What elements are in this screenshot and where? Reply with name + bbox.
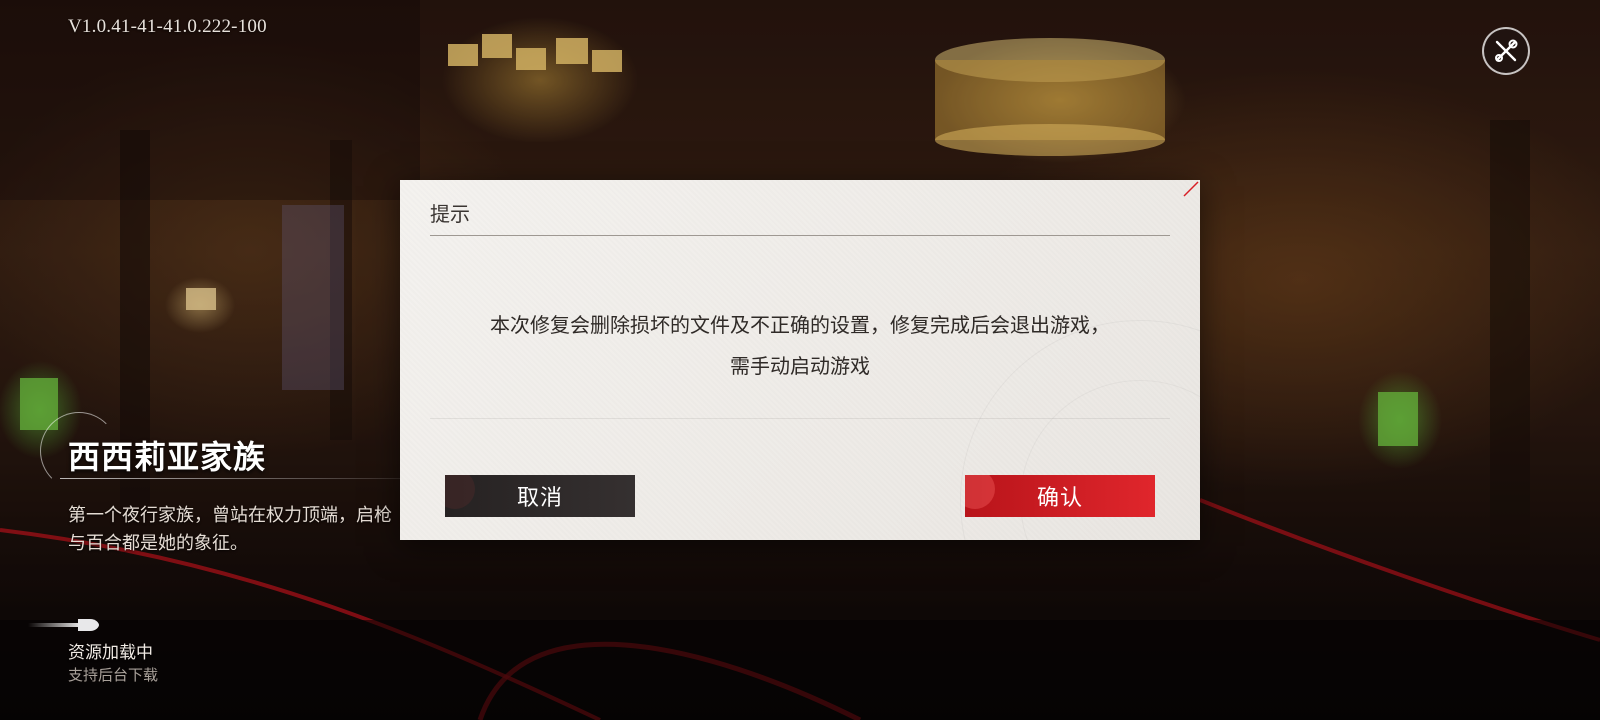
- button-decoration: [965, 475, 995, 509]
- loading-status: 资源加载中: [68, 643, 153, 663]
- confirm-button-label: 确认: [1036, 486, 1083, 511]
- faction-description: 第一个夜行家族，曾站在权力顶端，启枪与百合都是她的象征。: [68, 505, 392, 554]
- dialog-corner-accent: [1183, 181, 1199, 197]
- bullet-progress-icon: [28, 619, 99, 631]
- faction-title: 西西莉亚家族: [68, 438, 267, 476]
- repair-tools-button[interactable]: [1482, 27, 1530, 75]
- tools-icon: [1495, 39, 1518, 62]
- cancel-button[interactable]: 取消: [445, 475, 635, 517]
- repair-confirm-dialog: 提示 本次修复会删除损坏的文件及不正确的设置，修复完成后会退出游戏， 需手动启动…: [400, 180, 1200, 540]
- confirm-button[interactable]: 确认: [965, 475, 1155, 517]
- loading-subtitle: 支持后台下载: [68, 666, 159, 684]
- dialog-separator: [430, 418, 1170, 419]
- dialog-title-divider: [430, 235, 1170, 236]
- dialog-message-line2: 需手动启动游戏: [730, 354, 870, 378]
- dialog-message: 本次修复会删除损坏的文件及不正确的设置，修复完成后会退出游戏， 需手动启动游戏: [430, 305, 1170, 387]
- cancel-button-label: 取消: [516, 486, 563, 511]
- version-label: V1.0.41-41-41.0.222-100: [68, 16, 267, 37]
- dialog-message-line1: 本次修复会删除损坏的文件及不正确的设置，修复完成后会退出游戏，: [490, 313, 1110, 337]
- dialog-title: 提示: [430, 202, 470, 226]
- button-decoration: [445, 475, 475, 509]
- faction-divider: [60, 478, 400, 479]
